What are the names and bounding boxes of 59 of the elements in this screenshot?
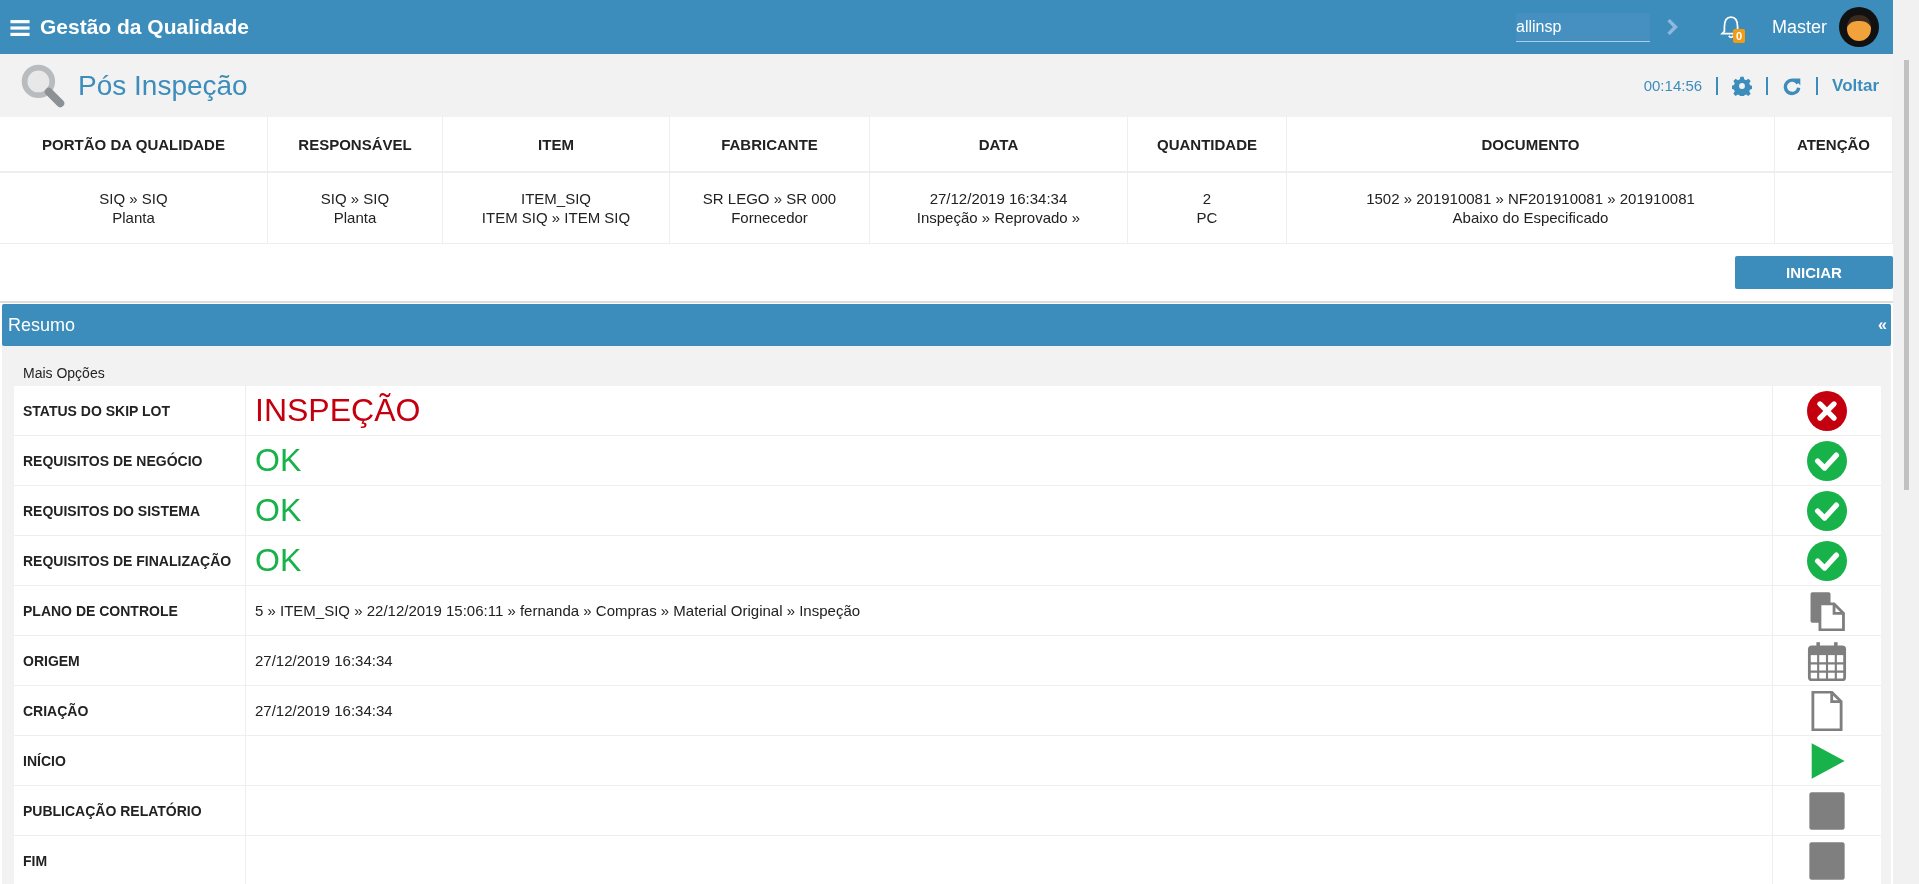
row-value: 27/12/2019 16:34:34	[255, 652, 393, 669]
back-link[interactable]: Voltar	[1832, 75, 1879, 96]
row-label: FIM	[14, 836, 246, 884]
timer: 00:14:56	[1643, 77, 1703, 94]
error-icon	[1807, 390, 1847, 431]
row-label: REQUISITOS DE NEGÓCIO	[14, 436, 246, 485]
row-value: INSPEÇÃO	[255, 392, 421, 429]
row-label: REQUISITOS DE FINALIZAÇÃO	[14, 536, 246, 585]
stop-icon	[1807, 790, 1847, 831]
table-cell: SIQ » SIQ Planta	[267, 172, 443, 244]
calendar-icon	[1807, 640, 1847, 681]
search-field[interactable]: allinsp	[1516, 12, 1650, 42]
column-header: RESPONSÁVEL	[267, 117, 443, 172]
magnifier-icon	[20, 62, 66, 109]
column-header: DATA	[869, 117, 1128, 172]
more-options-label: Mais Opções	[22, 364, 106, 383]
column-header: DOCUMENTO	[1286, 117, 1775, 172]
notification-badge: 0	[1733, 29, 1746, 43]
column-header: FABRICANTE	[669, 117, 870, 172]
row-value: OK	[255, 442, 302, 479]
page-title: Pós Inspeção	[78, 69, 248, 102]
row-label: STATUS DO SKIP LOT	[14, 386, 246, 435]
table-cell: SR LEGO » SR 000 Fornecedor	[669, 172, 870, 244]
column-header: QUANTIDADE	[1127, 117, 1287, 172]
collapse-button[interactable]: «	[1878, 316, 1887, 334]
refresh-icon	[1782, 75, 1803, 96]
settings-button[interactable]	[1732, 75, 1753, 96]
table-cell: SIQ » SIQ Planta	[0, 172, 268, 244]
app-title: Gestão da Qualidade	[40, 15, 249, 39]
stop-icon	[1807, 840, 1847, 881]
column-header: PORTÃO DA QUALIDADE	[0, 117, 268, 172]
table-cell: 1502 » 201910081 » NF201910081 » 201910081 Abaixo do Especificado	[1286, 172, 1775, 244]
row-value: 5 » ITEM_SIQ » 22/12/2019 15:06:11 » fernanda » Compras » Material Original » Inspeção	[255, 602, 861, 619]
row-label: PLANO DE CONTROLE	[14, 586, 246, 635]
row-label: ORIGEM	[14, 636, 246, 685]
refresh-button[interactable]	[1782, 75, 1803, 96]
table-cell: ITEM_SIQ ITEM SIQ » ITEM SIQ	[442, 172, 670, 244]
row-label: PUBLICAÇÃO RELATÓRIO	[14, 786, 246, 835]
row-label: REQUISITOS DO SISTEMA	[14, 486, 246, 535]
row-value: OK	[255, 492, 302, 529]
table-cell: 27/12/2019 16:34:34 Inspeção » Reprovado »	[869, 172, 1128, 244]
panel-title: Resumo	[8, 314, 76, 336]
start-button[interactable]: INICIAR	[1735, 256, 1893, 289]
row-label: INÍCIO	[14, 736, 246, 785]
menu-icon	[10, 18, 30, 36]
row-value: OK	[255, 542, 302, 579]
row-value: 27/12/2019 16:34:34	[255, 702, 393, 719]
menu-button[interactable]	[10, 18, 30, 36]
chevron-right-icon	[1666, 19, 1678, 35]
check-icon	[1807, 440, 1847, 481]
table-cell: 2 PC	[1127, 172, 1287, 244]
scrollbar[interactable]	[1893, 0, 1919, 884]
settings-icon	[1732, 75, 1753, 96]
check-icon	[1807, 490, 1847, 531]
user-name[interactable]: Master	[1772, 16, 1827, 38]
column-header: ITEM	[442, 117, 670, 172]
check-icon	[1807, 540, 1847, 581]
row-label: CRIAÇÃO	[14, 686, 246, 735]
avatar-icon	[1839, 7, 1879, 47]
